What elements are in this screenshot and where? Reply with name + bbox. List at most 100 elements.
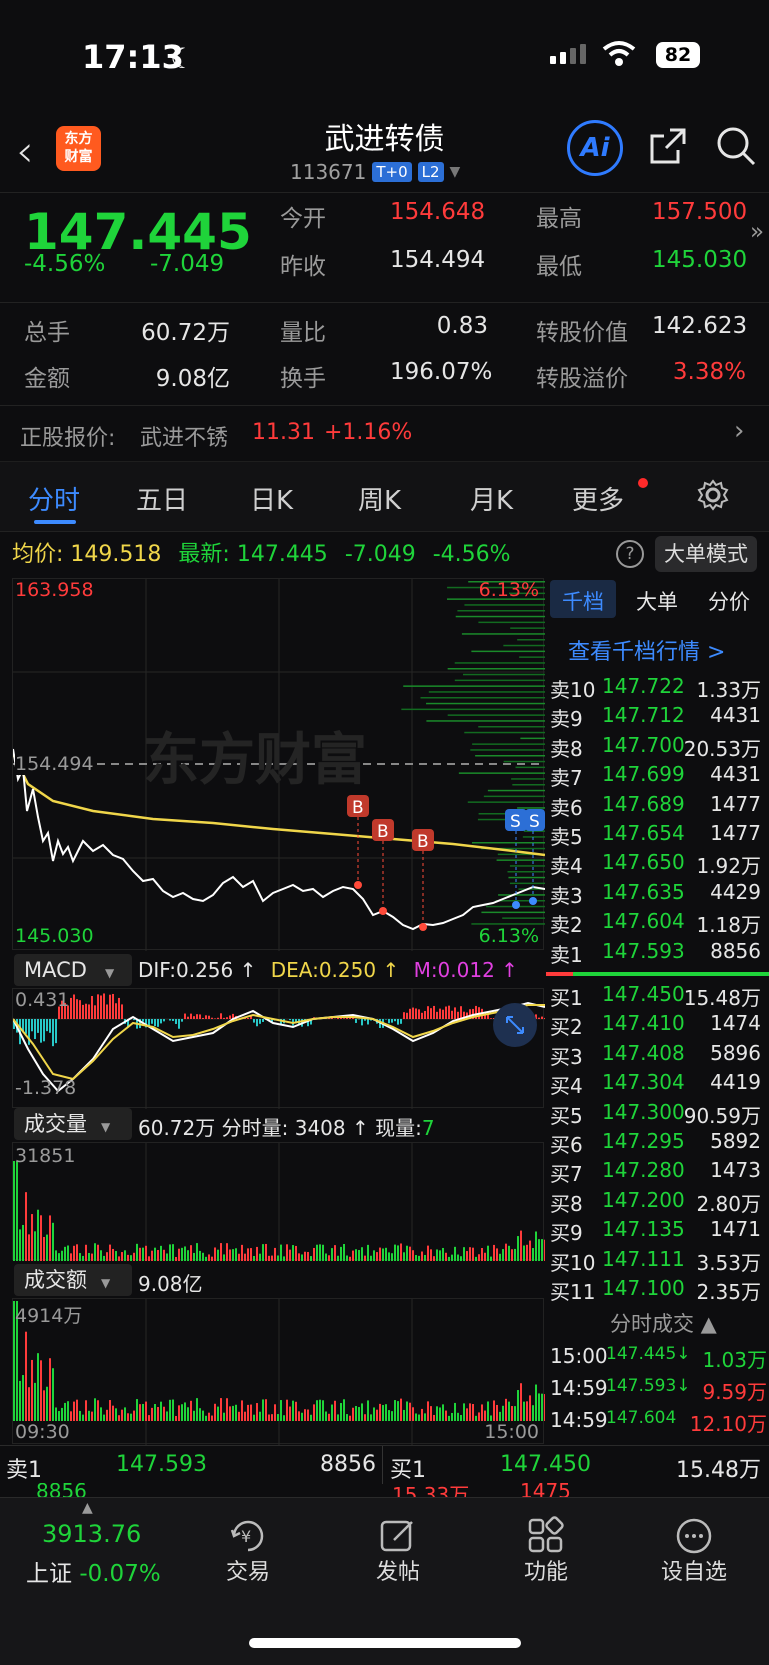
volume-bar xyxy=(64,1246,66,1261)
tab-qiandang[interactable]: 千档 xyxy=(562,586,604,616)
order-row[interactable]: 卖5 147.654 1477 xyxy=(546,821,769,850)
order-row[interactable]: 卖8 147.700 20.53万 xyxy=(546,733,769,762)
order-row[interactable]: 卖10 147.722 1.33万 xyxy=(546,674,769,703)
expand-icon[interactable]: » xyxy=(750,219,764,245)
volume-chart[interactable]: 31851 xyxy=(12,1142,545,1261)
macd-bar xyxy=(205,1015,207,1019)
volume-bar xyxy=(13,1161,15,1261)
nav-functions[interactable]: 功能 xyxy=(496,1554,596,1586)
amount-selector[interactable]: 成交额 ▼ xyxy=(14,1264,132,1296)
tab-more[interactable]: 更多 xyxy=(572,480,624,517)
macd-bar xyxy=(112,993,114,1019)
volume-bar xyxy=(451,1254,453,1261)
order-volume: 1473 xyxy=(710,1158,761,1183)
tab-five-day[interactable]: 五日 xyxy=(136,480,188,517)
volume-bar xyxy=(82,1255,84,1261)
macd-bar xyxy=(40,1019,42,1043)
order-row[interactable]: 卖6 147.689 1477 xyxy=(546,792,769,821)
volume-bar xyxy=(127,1254,129,1261)
svg-text:¥: ¥ xyxy=(241,1527,251,1546)
amount-bar xyxy=(202,1410,204,1421)
index-quote[interactable]: 上证 -0.07% xyxy=(26,1554,161,1588)
nav-add-watchlist[interactable]: 设自选 xyxy=(644,1554,744,1586)
tab-daily-k[interactable]: 日K xyxy=(250,480,293,517)
macd-selector[interactable]: MACD ▼ xyxy=(14,954,132,986)
amount-bar xyxy=(145,1401,147,1421)
order-row[interactable]: 买7 147.280 1473 xyxy=(546,1158,769,1187)
volume-bar xyxy=(514,1248,516,1261)
amount-bar xyxy=(112,1405,114,1421)
order-row[interactable]: 卖7 147.699 4431 xyxy=(546,762,769,791)
share-icon[interactable] xyxy=(648,126,688,166)
volume-bar xyxy=(544,1239,545,1261)
nav-post[interactable]: 发帖 xyxy=(348,1554,448,1586)
order-row[interactable]: 买3 147.408 5896 xyxy=(546,1041,769,1070)
volume-bar xyxy=(52,1222,54,1261)
price-chart[interactable]: 东方财富 B B B S S 163.958 6.13% 154.494 145… xyxy=(12,578,545,951)
amount-bar xyxy=(391,1411,393,1421)
volume-bar xyxy=(319,1244,321,1261)
volume-bar xyxy=(241,1244,243,1261)
order-row[interactable]: 买11 147.100 2.35万 xyxy=(546,1276,769,1305)
bottom-quote-strip: 卖1 147.593 8856 买1 147.450 15.48万 xyxy=(0,1445,769,1484)
macd-bar xyxy=(439,1008,441,1019)
ticks-header[interactable]: 分时成交 ▲ xyxy=(610,1308,717,1338)
amount-bar xyxy=(502,1405,504,1421)
order-row[interactable]: 买1 147.450 15.48万 xyxy=(546,982,769,1011)
volume-bar xyxy=(46,1234,48,1261)
amount-chart[interactable]: 4914万 09:30 15:00 xyxy=(12,1298,545,1445)
code-row[interactable]: 113671 T+0 L2 ▼ xyxy=(290,160,460,184)
ai-button[interactable]: Ai xyxy=(567,120,623,176)
macd-chart[interactable]: 0.431 -1.378 xyxy=(12,988,545,1109)
macd-bar xyxy=(211,1017,213,1019)
order-row[interactable]: 卖1 147.593 8856 xyxy=(546,939,769,968)
volume-bar xyxy=(199,1250,201,1261)
underlying-stock-row[interactable]: 正股报价: 武进不锈 11.31 +1.16% › xyxy=(0,406,769,462)
macd-bar xyxy=(25,1019,27,1034)
order-row[interactable]: 卖2 147.604 1.18万 xyxy=(546,909,769,938)
tick-volume: 1.03万 xyxy=(702,1348,767,1372)
volume-bar xyxy=(154,1247,156,1261)
period-tabs: 分时 五日 日K 周K 月K 更多 xyxy=(0,462,769,532)
amount-bar xyxy=(442,1404,444,1421)
volume-selector[interactable]: 成交量 ▼ xyxy=(14,1108,132,1140)
search-icon[interactable] xyxy=(714,124,758,168)
help-icon[interactable]: ? xyxy=(616,540,644,568)
amount-bar xyxy=(301,1412,303,1421)
tab-big-orders[interactable]: 大单 xyxy=(636,586,678,616)
volume-bar xyxy=(466,1251,468,1261)
tab-price-split[interactable]: 分价 xyxy=(708,586,750,616)
view-full-depth-link[interactable]: 查看千档行情 > xyxy=(568,634,725,666)
big-order-mode-button[interactable]: 大单模式 xyxy=(655,536,757,572)
order-row[interactable]: 卖4 147.650 1.92万 xyxy=(546,850,769,879)
tab-weekly-k[interactable]: 周K xyxy=(358,480,401,517)
nav-trade[interactable]: 交易 xyxy=(198,1554,298,1586)
order-row[interactable]: 买2 147.410 1474 xyxy=(546,1011,769,1040)
order-row[interactable]: 买6 147.295 5892 xyxy=(546,1129,769,1158)
amount-bar xyxy=(283,1415,285,1421)
order-price: 147.304 xyxy=(602,1070,685,1095)
order-row[interactable]: 买8 147.200 2.80万 xyxy=(546,1188,769,1217)
volume-total: 60.72万 xyxy=(138,1116,216,1140)
volume-bar xyxy=(181,1247,183,1261)
macd-bar xyxy=(538,1017,540,1019)
order-row[interactable]: 卖9 147.712 4431 xyxy=(546,703,769,732)
order-row[interactable]: 买9 147.135 1471 xyxy=(546,1217,769,1246)
index-value[interactable]: 3913.76 xyxy=(42,1520,141,1548)
amount-bar xyxy=(475,1415,477,1421)
order-row[interactable]: 买10 147.111 3.53万 xyxy=(546,1247,769,1276)
volume-bar xyxy=(253,1255,255,1261)
order-volume: 1474 xyxy=(710,1011,761,1036)
order-row[interactable]: 买4 147.304 4419 xyxy=(546,1070,769,1099)
amount-bar xyxy=(433,1414,435,1421)
order-row[interactable]: 买5 147.300 90.59万 xyxy=(546,1100,769,1129)
volume-bar xyxy=(277,1255,279,1261)
macd-bar xyxy=(445,1006,447,1019)
order-row[interactable]: 卖3 147.635 4429 xyxy=(546,880,769,909)
settings-gear-icon[interactable] xyxy=(696,478,730,516)
tab-monthly-k[interactable]: 月K xyxy=(470,480,513,517)
macd-bar xyxy=(193,1016,195,1019)
depth-bar xyxy=(464,731,545,734)
volume-bar xyxy=(511,1249,513,1261)
tab-intraday[interactable]: 分时 xyxy=(28,480,80,517)
